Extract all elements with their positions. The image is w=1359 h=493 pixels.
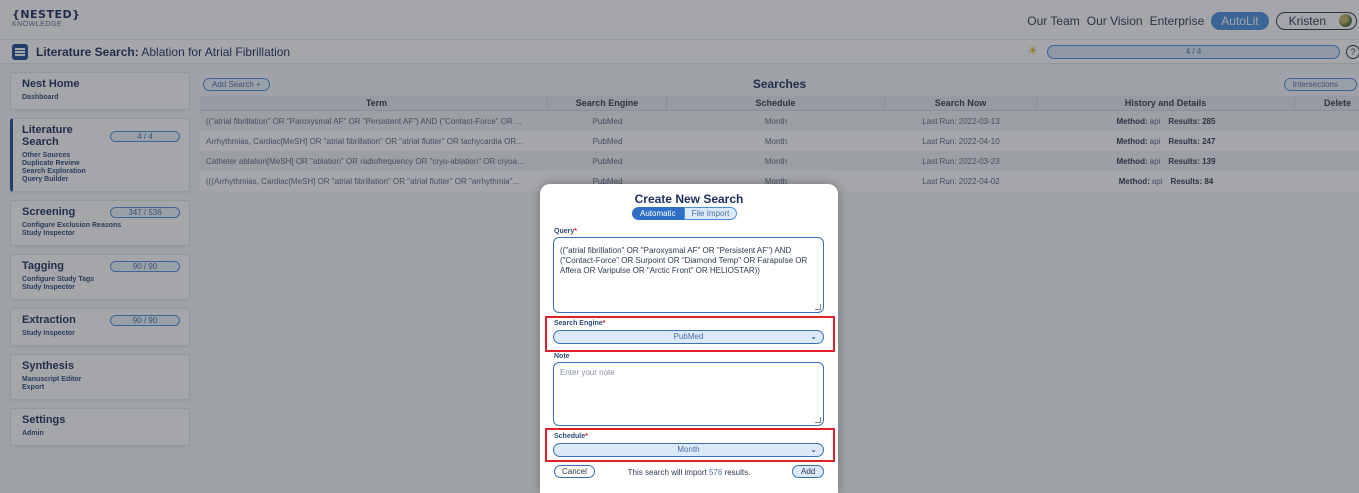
schedule-label: Schedule* (554, 433, 588, 440)
schedule-select[interactable]: Month ⌄ (553, 443, 824, 457)
query-field[interactable]: (("atrial fibrillation" OR "Paroxysmal A… (553, 237, 824, 313)
tab-automatic[interactable]: Automatic (632, 207, 684, 220)
create-search-modal: Create New Search Automatic File Import … (540, 184, 838, 493)
add-button[interactable]: Add (792, 465, 825, 478)
resize-handle-icon[interactable] (815, 304, 821, 310)
modal-title: Create New Search (634, 192, 744, 206)
engine-label: Search Engine* (554, 320, 606, 327)
schedule-value: Month (677, 445, 700, 454)
tab-file-import[interactable]: File Import (683, 207, 738, 220)
search-engine-select[interactable]: PubMed ⌄ (553, 330, 824, 344)
note-placeholder: Enter your note (560, 368, 615, 377)
search-engine-value: PubMed (673, 332, 704, 341)
search-type-toggle: Automatic File Import (632, 207, 738, 220)
chevron-down-icon: ⌄ (810, 332, 817, 341)
resize-handle-icon[interactable] (815, 417, 821, 423)
note-label: Note (554, 353, 570, 360)
query-label: Query* (554, 228, 577, 235)
query-value: (("atrial fibrillation" OR "Paroxysmal A… (560, 246, 808, 275)
chevron-down-icon: ⌄ (810, 445, 817, 454)
note-field[interactable]: Enter your note (553, 362, 824, 426)
